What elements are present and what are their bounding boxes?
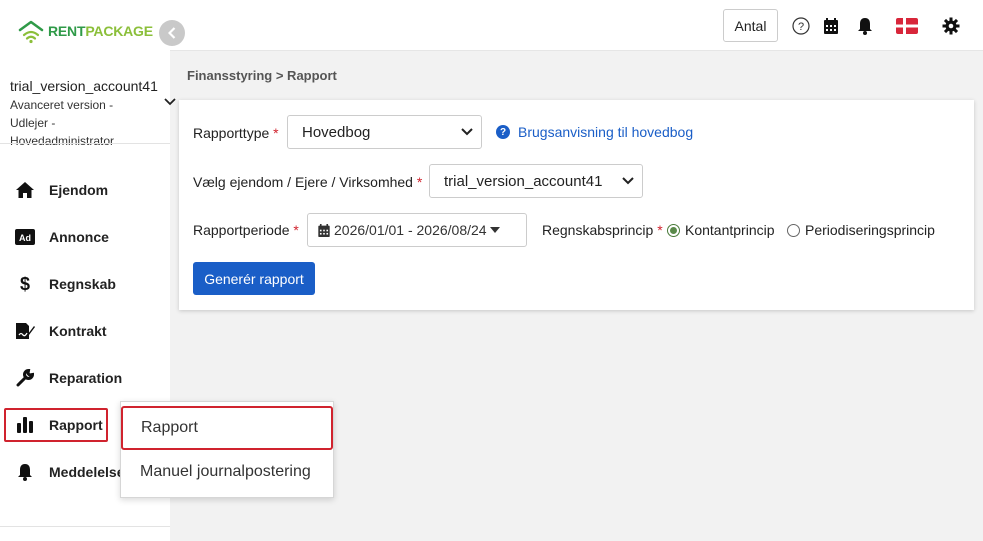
logo-text: RENTPACKAGE [48,23,153,39]
help-link-text: Brugsanvisning til hovedbog [518,124,694,140]
required-marker: * [416,174,423,190]
account-description: Avanceret version - Udlejer - Hovedadmin… [10,98,115,148]
sidebar-item-regnskab[interactable]: $ Regnskab [4,267,166,301]
sidebar-item-annonce[interactable]: Ad Annonce [4,220,166,254]
caret-down-icon [489,227,500,233]
ad-icon: Ad [14,227,36,247]
property-label-text: Vælg ejendom / Ejere / Virksomhed [193,174,413,190]
radio-periodiseringsprincip[interactable]: Periodiseringsprincip [787,222,935,238]
wrench-icon [14,368,36,388]
logo-text-package: PACKAGE [85,23,153,39]
contract-icon [14,321,36,341]
rapporttype-label: Rapporttype * [193,125,279,141]
submenu-item-manuel-journalpostering[interactable]: Manuel journalpostering [121,450,333,494]
required-marker: * [293,222,299,238]
rapport-submenu: Rapport Manuel journalpostering [120,401,334,498]
sidebar-item-kontrakt[interactable]: Kontrakt [4,314,166,348]
svg-text:Ad: Ad [19,233,31,243]
danish-flag-icon[interactable] [895,16,919,36]
sidebar-item-label: Rapport [49,417,103,433]
antal-button[interactable]: Antal [723,9,778,42]
calendar-icon[interactable] [821,16,841,36]
rapporttype-select[interactable]: Hovedbog [287,115,482,149]
chevron-down-icon [622,177,634,185]
top-bar: Antal ? [170,0,983,51]
sidebar-item-label: Regnskab [49,276,116,292]
wifi-house-logo-icon [18,20,44,44]
radio-kontantprincip[interactable]: Kontantprincip [667,222,775,238]
radio-label: Periodiseringsprincip [805,222,935,238]
required-marker: * [273,125,279,141]
radio-button[interactable] [787,223,800,237]
account-selector[interactable]: trial_version_account41 Avanceret versio… [10,78,170,150]
radio-button-checked[interactable] [667,223,680,237]
svg-text:?: ? [798,21,804,33]
rapporttype-select-value: Hovedbog [302,123,371,141]
report-form-card: Rapporttype * Hovedbog ? Brugsanvisning … [179,100,974,310]
rapporttype-label-text: Rapporttype [193,125,270,141]
help-link[interactable]: ? Brugsanvisning til hovedbog [496,124,693,140]
sidebar-item-label: Ejendom [49,182,109,198]
sidebar-item-label: Reparation [49,370,123,386]
period-label-text: Rapportperiode [193,222,290,238]
sidebar-item-label: Annonce [49,229,109,245]
logo[interactable]: RENTPACKAGE [18,18,153,44]
bell-icon [14,462,36,482]
submenu-item-rapport[interactable]: Rapport [121,406,333,450]
gear-icon[interactable] [941,16,961,36]
logo-text-rent: RENT [48,23,86,39]
principle-label-text: Regnskabsprincip [542,222,654,238]
breadcrumb: Finansstyring > Rapport [187,68,337,83]
property-label: Vælg ejendom / Ejere / Virksomhed * [193,174,422,190]
generate-report-button[interactable]: Generér rapport [193,262,315,295]
sidebar-item-label: Kontrakt [49,323,107,339]
account-name: trial_version_account41 [10,78,158,94]
principle-label: Regnskabsprincip * [542,222,663,238]
home-icon [14,180,36,200]
bar-chart-icon [14,415,36,435]
period-date-picker[interactable]: 2026/01/01 - 2026/08/24 [307,213,527,247]
sidebar-divider [0,526,170,527]
sidebar-item-label: Meddelelse [49,464,125,480]
period-value: 2026/01/01 - 2026/08/24 [334,222,487,238]
sidebar-item-rapport[interactable]: Rapport [4,408,108,442]
period-label: Rapportperiode * [193,222,299,238]
question-circle-icon: ? [496,125,510,139]
dollar-icon: $ [19,273,30,294]
sidebar-divider [0,143,170,144]
bell-icon[interactable] [855,16,875,36]
sidebar-item-ejendom[interactable]: Ejendom [4,173,166,207]
collapse-sidebar-button[interactable] [159,20,185,46]
property-select-value: trial_version_account41 [444,172,603,190]
radio-label: Kontantprincip [685,222,775,238]
chevron-down-icon [461,128,473,136]
calendar-icon [318,223,330,237]
chevron-down-icon[interactable] [164,98,176,106]
chevron-left-icon [168,27,176,39]
required-marker: * [657,222,663,238]
sidebar-item-reparation[interactable]: Reparation [4,361,166,395]
property-select[interactable]: trial_version_account41 [429,164,643,198]
help-icon[interactable]: ? [791,16,811,36]
